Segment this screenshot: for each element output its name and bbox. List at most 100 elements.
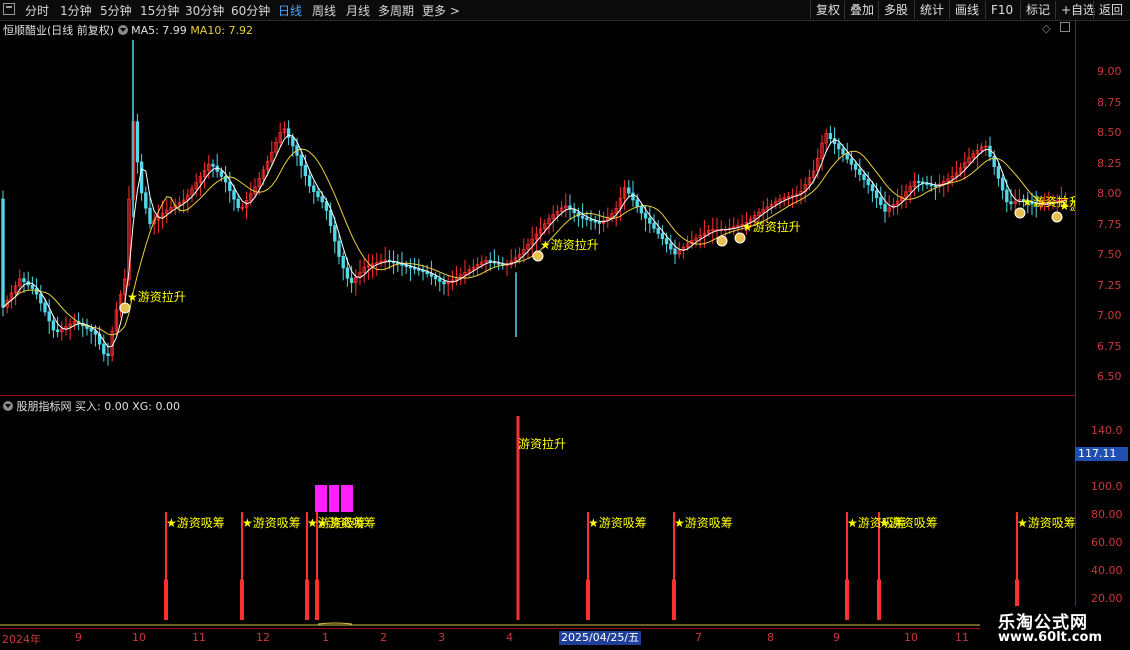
x-tick: 10 [132, 631, 146, 644]
candle-body [43, 302, 47, 313]
x-tick: 9 [75, 631, 82, 644]
price-chart[interactable]: ★游资拉升★游资拉升★游资拉升★游资拉升★游资拉升★游资吸筹★游资吸筹★游资吸筹… [0, 0, 1075, 628]
candle-body [828, 133, 833, 139]
ma5-line [2, 134, 1066, 348]
selected-date-tag: 2025/04/25/五 [559, 631, 642, 645]
absorb-label: ★游资吸筹 [674, 516, 733, 530]
signal-coin-icon [1051, 211, 1063, 223]
candle-body [639, 206, 644, 214]
candle-body [39, 293, 43, 304]
x-tick: 9 [833, 631, 840, 644]
candle-body [488, 260, 492, 263]
signal-coin-icon [1014, 207, 1026, 219]
candle-body [328, 209, 333, 227]
x-tick: 8 [767, 631, 774, 644]
current-value-badge: 117.11 [1075, 447, 1128, 461]
x-tick: 1 [322, 631, 329, 644]
candle-body [933, 185, 938, 188]
candle-body [652, 222, 656, 229]
y-tick: 20.00 [1091, 592, 1123, 605]
candle-body [660, 233, 665, 240]
btn-back[interactable]: 返回 [1093, 1, 1128, 19]
x-tick: 11 [955, 631, 969, 644]
candle-body [879, 197, 883, 205]
candle-body [89, 328, 93, 332]
y-tick: 6.50 [1097, 370, 1122, 383]
candle-body [862, 174, 866, 180]
absorb-bar-base [240, 579, 244, 620]
pull-up-label: 游资拉升 [518, 436, 566, 451]
candle-body [102, 343, 106, 355]
signal-coin-icon [119, 302, 131, 314]
candle-body [51, 320, 56, 331]
absorb-label: ★游资吸筹 [588, 516, 647, 530]
x-tick: 7 [695, 631, 702, 644]
candle-body [669, 243, 673, 250]
candle-body [433, 275, 438, 280]
magenta-block [341, 485, 353, 512]
candle-body [307, 175, 312, 187]
y-tick: 8.00 [1097, 187, 1122, 200]
candle-body [648, 217, 652, 224]
candle-body [496, 262, 501, 265]
candle-body [47, 311, 51, 322]
candle-body [996, 166, 1001, 179]
candle-body [656, 227, 660, 234]
y-tick: 140.0 [1091, 424, 1123, 437]
candle-body [442, 280, 446, 285]
y-axis-line [1075, 20, 1076, 628]
candle-body [312, 185, 316, 192]
candle-body [412, 267, 417, 270]
x-tick: 3 [438, 631, 445, 644]
candle-body [841, 148, 845, 155]
absorb-label: ★游资吸筹 [242, 516, 301, 530]
candle-body [593, 220, 597, 223]
absorb-bar-base [877, 579, 881, 620]
ma10-line [2, 148, 1066, 336]
candle-body [333, 225, 337, 242]
candle-body [1009, 201, 1013, 205]
signal-label: ★游资拉升 [540, 237, 599, 252]
candle-body [929, 184, 933, 187]
candle-body [837, 143, 841, 150]
candle-body [849, 158, 854, 165]
candle-body [1, 198, 5, 308]
candle-body [139, 161, 144, 194]
candle-body [1005, 189, 1009, 203]
candle-body [589, 219, 593, 222]
x-tick: 10 [904, 631, 918, 644]
candle-body [148, 207, 152, 224]
candle-body [303, 165, 308, 177]
x-tick: 4 [506, 631, 513, 644]
candle-body [580, 215, 585, 219]
candle-body [627, 187, 631, 194]
y-tick: 60.00 [1091, 536, 1123, 549]
candle-body [337, 240, 341, 257]
absorb-bar-base [672, 579, 676, 620]
absorb-label: ★游资吸筹 [1017, 516, 1075, 530]
candle-body [400, 263, 404, 266]
signal-coin-icon [532, 250, 544, 262]
candle-body [858, 168, 862, 175]
absorb-bar-base [315, 579, 319, 620]
candle-body [106, 353, 110, 356]
absorb-bar-base [305, 579, 309, 620]
absorb-label: ★游资吸筹 [317, 516, 376, 530]
signal-label: ★游资拉升 [1059, 198, 1075, 213]
y-tick: 7.00 [1097, 309, 1122, 322]
candle-body [30, 284, 35, 289]
y-tick: 7.25 [1097, 279, 1122, 292]
candle-body [320, 196, 324, 203]
candle-body [144, 192, 148, 209]
candle-body [853, 163, 858, 170]
x-tick: 11 [192, 631, 206, 644]
signal-label: ★游资拉升 [742, 219, 801, 234]
candle-body [1000, 177, 1005, 191]
candle-body [845, 153, 849, 160]
x-tick: 12 [256, 631, 270, 644]
absorb-bar-base [586, 579, 590, 620]
candle-body [597, 221, 602, 224]
absorb-label: ★游资吸筹 [879, 516, 938, 530]
y-tick: 8.75 [1097, 96, 1122, 109]
magenta-block [315, 485, 327, 512]
